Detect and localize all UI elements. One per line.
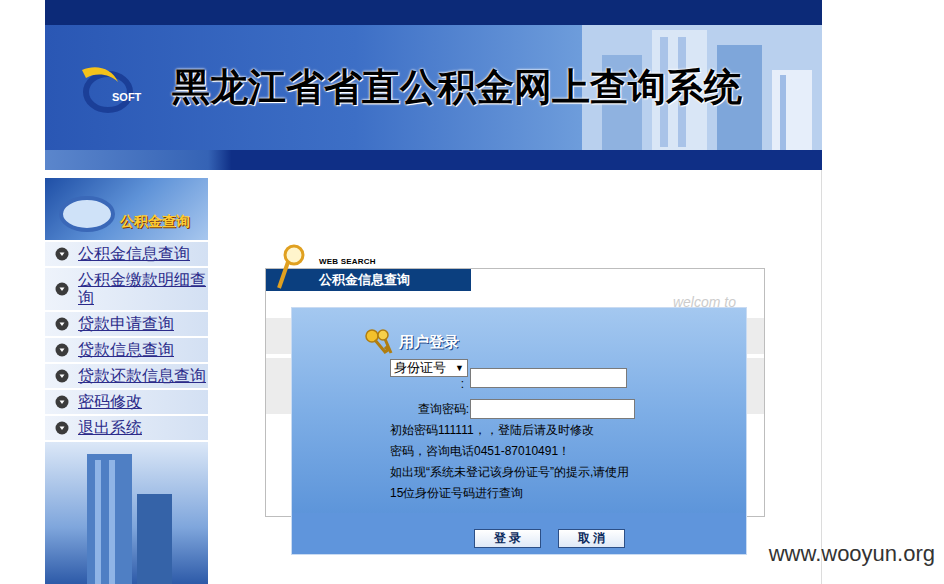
cancel-button[interactable]: 取 消 — [558, 529, 625, 548]
login-notes: 初始密码111111，，登陆后请及时修改密码，咨询电话0451-87010491… — [390, 420, 746, 504]
id-type-select[interactable]: 身份证号 ▼ — [390, 359, 468, 377]
bullet-arrow-icon — [55, 247, 69, 261]
sidebar-link[interactable]: 退出系统 — [78, 419, 208, 437]
building-icon — [67, 444, 187, 584]
login-form: 身份证号 ▼ : 查询密码: 初始密码111111，，登陆后请及时修改密码，咨询… — [292, 356, 746, 504]
logo: SOFT — [78, 62, 150, 114]
sidebar-header: 公积金查询 — [45, 178, 208, 242]
sidebar-item[interactable]: 贷款申请查询 — [45, 312, 208, 338]
sidebar: 公积金查询 公积金信息查询公积金缴款明细查询贷款申请查询贷款信息查询贷款还款信息… — [45, 178, 208, 584]
id-number-input[interactable] — [470, 368, 627, 388]
login-note: 初始密码111111，，登陆后请及时修改 — [390, 420, 746, 441]
sidebar-item[interactable]: 贷款还款信息查询 — [45, 364, 208, 390]
dropdown-arrow-icon: ▼ — [455, 360, 464, 376]
sidebar-link[interactable]: 密码修改 — [78, 393, 208, 411]
id-type-col: 身份证号 ▼ : — [390, 359, 470, 391]
sidebar-item[interactable]: 公积金信息查询 — [45, 242, 208, 268]
search-icon — [276, 243, 306, 291]
id-colon: : — [390, 377, 470, 391]
bullet-arrow-icon — [55, 343, 69, 357]
logo-text: SOFT — [112, 92, 141, 103]
watermark: www.wooyun.org — [769, 537, 935, 570]
login-body: 用户登录 身份证号 ▼ : 查询密码: 初始 — [292, 308, 746, 513]
login-footer: 登 录取 消 — [292, 513, 746, 554]
sidebar-item[interactable]: 公积金缴款明细查询 — [45, 268, 208, 312]
site-title: 黑龙江省省直公积金网上查询系统 — [172, 59, 742, 116]
sidebar-title: 公积金查询 — [120, 211, 190, 232]
login-title: 用户登录 — [399, 331, 459, 354]
sidebar-menu: 公积金信息查询公积金缴款明细查询贷款申请查询贷款信息查询贷款还款信息查询密码修改… — [45, 242, 208, 442]
banner: SOFT 黑龙江省省直公积金网上查询系统 — [45, 25, 822, 150]
sidebar-item[interactable]: 密码修改 — [45, 390, 208, 416]
login-note: 15位身份证号码进行查询 — [390, 483, 746, 504]
login-button[interactable]: 登 录 — [474, 529, 541, 548]
bullet-arrow-icon — [55, 282, 69, 296]
bullet-arrow-icon — [55, 317, 69, 331]
magnifier-icon — [57, 192, 117, 238]
id-row: 身份证号 ▼ : — [390, 359, 746, 391]
login-note: 密码，咨询电话0451-87010491！ — [390, 441, 746, 462]
sidebar-item[interactable]: 贷款信息查询 — [45, 338, 208, 364]
bullet-arrow-icon — [55, 421, 69, 435]
login-title-row: 用户登录 — [292, 308, 746, 356]
sidebar-link[interactable]: 公积金缴款明细查询 — [78, 271, 208, 307]
login-note: 如出现“系统未登记该身份证号”的提示,请使用 — [390, 462, 746, 483]
sidebar-link[interactable]: 贷款还款信息查询 — [78, 367, 208, 385]
sidebar-item[interactable]: 退出系统 — [45, 416, 208, 442]
page: SOFT 黑龙江省省直公积金网上查询系统 公积金查询 公积金信息查询公积金缴款明… — [0, 0, 944, 584]
logo-icon — [78, 62, 150, 114]
panel-tag-row: WEB SEARCH — [265, 243, 765, 268]
panel-tag: WEB SEARCH — [319, 258, 376, 266]
password-row: 查询密码: — [390, 399, 746, 419]
password-input[interactable] — [470, 399, 635, 419]
login-dialog: 用户登录 身份证号 ▼ : 查询密码: 初始 — [291, 307, 747, 555]
sidebar-link[interactable]: 公积金信息查询 — [78, 245, 208, 263]
top-strip — [45, 0, 822, 25]
nav-strip — [45, 150, 822, 170]
keys-icon — [363, 328, 395, 356]
id-type-value: 身份证号 — [394, 360, 446, 376]
bullet-arrow-icon — [55, 395, 69, 409]
sidebar-link[interactable]: 贷款信息查询 — [78, 341, 208, 359]
password-label: 查询密码: — [390, 400, 470, 418]
sidebar-link[interactable]: 贷款申请查询 — [78, 315, 208, 333]
bullet-arrow-icon — [55, 369, 69, 383]
panel-title: 公积金信息查询 — [266, 269, 471, 291]
sidebar-picture — [45, 442, 208, 584]
